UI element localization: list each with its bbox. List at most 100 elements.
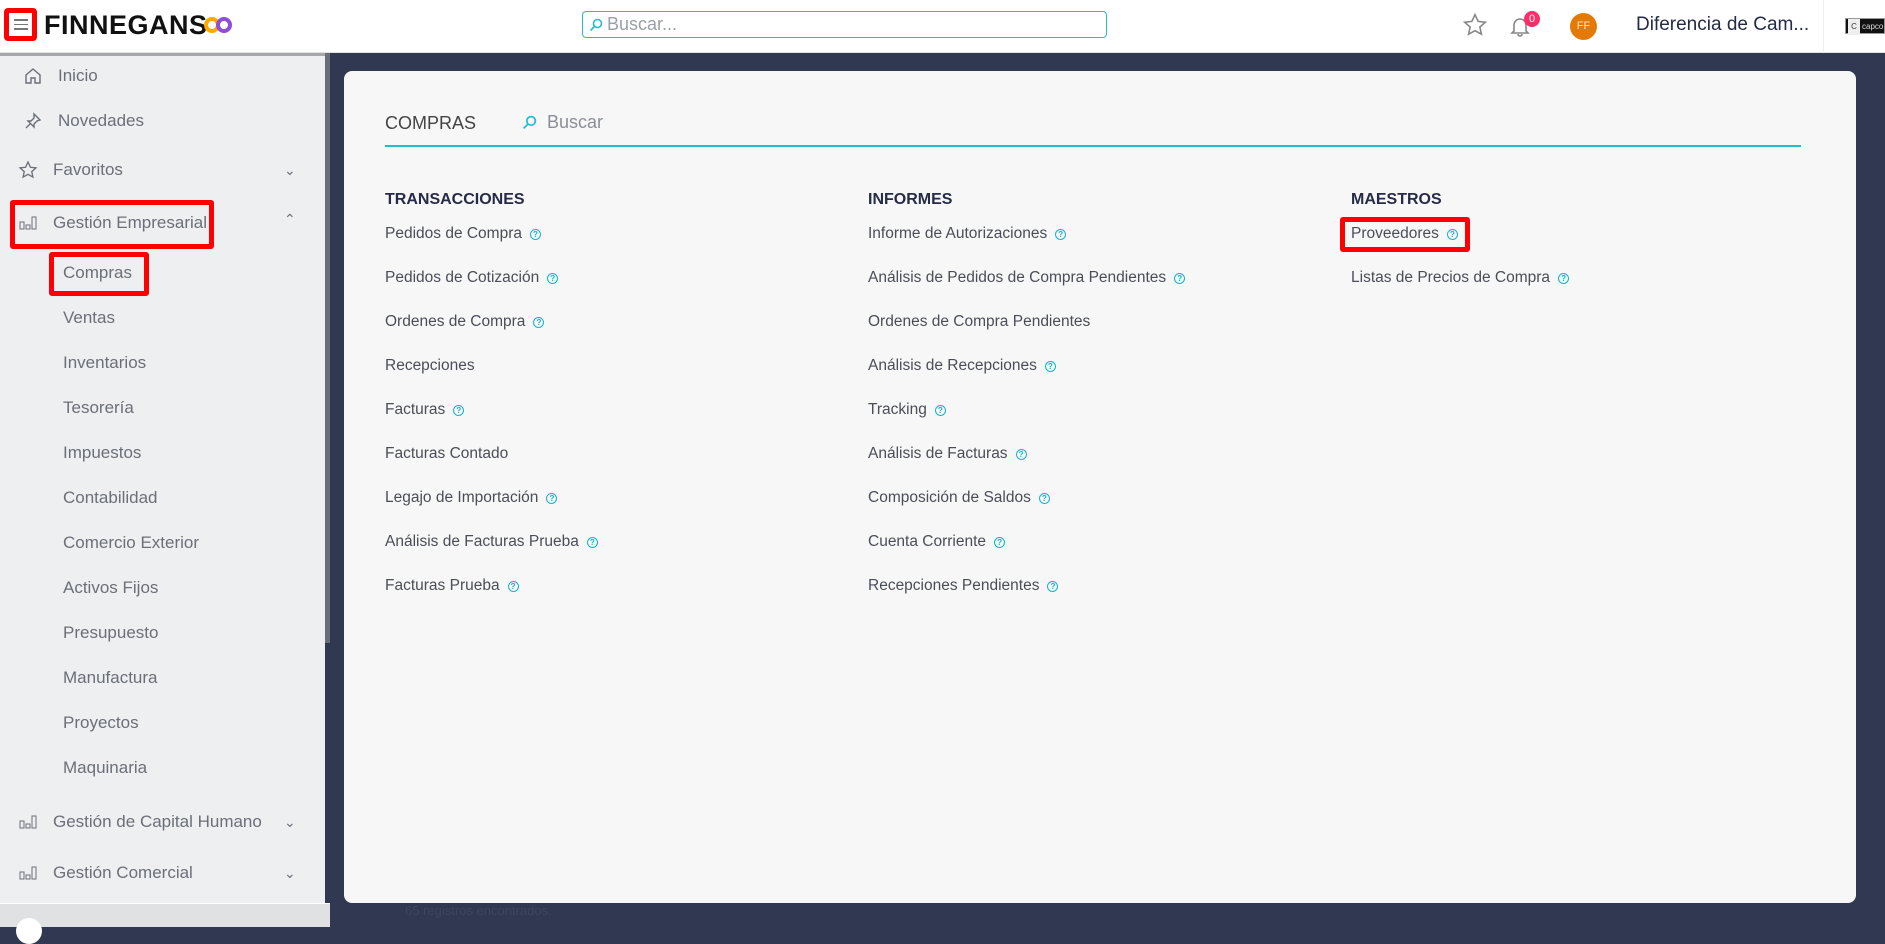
bar-chart-icon [17,866,39,880]
menu-link-label: Informe de Autorizaciones [868,225,1048,242]
pin-icon [22,112,44,130]
menu-link[interactable]: Facturas Contado [385,445,598,489]
menu-link[interactable]: Recepciones Pendientes? [868,577,1185,621]
menu-link-label: Legajo de Importación [385,489,539,506]
sidebar-item-favoritos[interactable]: Favoritos ⌄ [0,160,320,180]
sidebar-subitem-presupuesto[interactable]: Presupuesto [63,623,158,643]
menu-link[interactable]: Cuenta Corriente? [868,533,1185,577]
menu-link-label: Pedidos de Cotización [385,269,540,286]
highlight-box [10,200,214,249]
menu-link-label: Pedidos de Compra [385,225,522,242]
sidebar-item-novedades[interactable]: Novedades [0,111,320,131]
help-icon[interactable]: ? [546,493,558,504]
menu-link-label: Análisis de Recepciones [868,357,1037,374]
sidebar-subitem-maquinaria[interactable]: Maquinaria [63,758,147,778]
menu-link[interactable]: Pedidos de Cotización? [385,269,598,313]
help-icon[interactable]: ? [547,273,559,284]
menu-link[interactable]: Facturas? [385,401,598,445]
company-title[interactable]: Diferencia de Cam... [1636,14,1809,36]
menu-link-label: Composición de Saldos [868,489,1031,506]
help-icon[interactable]: ? [1055,229,1067,240]
menu-link[interactable]: Recepciones [385,357,598,401]
help-icon[interactable]: ? [934,405,946,416]
notification-badge: 0 [1524,11,1540,27]
help-icon[interactable]: ? [453,405,465,416]
sidebar-subitem-contabilidad[interactable]: Contabilidad [63,488,158,508]
top-bar: FINNEGANS Buscar... 0 FF Diferencia de C… [0,0,1885,53]
sidebar-subitem-inventarios[interactable]: Inventarios [63,353,146,373]
logo-mark-icon [204,17,232,33]
user-icon[interactable] [16,918,42,944]
sidebar-subitem-proyectos[interactable]: Proyectos [63,713,139,733]
highlight-box [1340,217,1470,252]
help-icon[interactable]: ? [1015,449,1027,460]
sidebar-item-label: Gestión Comercial [53,863,193,882]
chevron-down-icon: ⌄ [284,864,296,881]
help-icon[interactable]: ? [1038,493,1050,504]
help-icon[interactable]: ? [1558,273,1570,284]
menu-link[interactable]: Listas de Precios de Compra? [1351,269,1570,313]
menu-link[interactable]: Ordenes de Compra Pendientes [868,313,1185,357]
sidebar-footer [0,903,330,944]
sidebar-subitem-manufactura[interactable]: Manufactura [63,668,158,688]
chevron-down-icon: ⌄ [284,161,296,178]
global-search-input[interactable]: Buscar... [582,11,1107,38]
sidebar-subitem-ventas[interactable]: Ventas [63,308,115,328]
menu-link-label: Análisis de Facturas Prueba [385,533,579,550]
menu-link[interactable]: Informe de Autorizaciones? [868,225,1185,269]
menu-link[interactable]: Tracking? [868,401,1185,445]
help-icon[interactable]: ? [1174,273,1186,284]
menu-link-label: Listas de Precios de Compra [1351,269,1551,286]
help-icon[interactable]: ? [533,317,545,328]
sidebar-item-gestion-capital-humano[interactable]: Gestión de Capital Humano ⌄ [0,812,320,832]
sidebar-item-inicio[interactable]: Inicio [0,66,320,86]
menu-link[interactable]: Pedidos de Compra? [385,225,598,269]
sidebar-item-label: Favoritos [53,160,123,179]
chevron-up-icon: ⌃ [284,211,296,227]
help-icon[interactable]: ? [1044,361,1056,372]
help-icon[interactable]: ? [586,537,598,548]
sidebar-subitem-comercio-exterior[interactable]: Comercio Exterior [63,533,199,553]
menu-link-label: Facturas Prueba [385,577,500,594]
sidebar-scrollbar[interactable] [325,53,330,643]
help-icon[interactable]: ? [1047,581,1059,592]
highlight-box [49,252,149,296]
sidebar-item-gestion-comercial[interactable]: Gestión Comercial ⌄ [0,863,320,883]
help-icon[interactable]: ? [994,537,1006,548]
menu-link-label: Tracking [868,401,927,418]
menu-link[interactable]: Análisis de Pedidos de Compra Pendientes… [868,269,1186,313]
background-record-count: 65 registros encontrados. [405,903,552,918]
sidebar-subitem-impuestos[interactable]: Impuestos [63,443,141,463]
logo: FINNEGANS [44,10,208,40]
menu-link[interactable]: Legajo de Importación? [385,489,598,533]
help-icon[interactable]: ? [507,581,519,592]
menu-link-label: Ordenes de Compra [385,313,526,330]
menu-link-label: Ordenes de Compra Pendientes [868,313,1091,330]
help-icon[interactable]: ? [530,229,541,240]
menu-link[interactable]: Análisis de Recepciones? [868,357,1185,401]
menu-link-label: Facturas [385,401,446,418]
brand-badge: capco [1845,18,1885,35]
menu-link[interactable]: Análisis de Facturas? [868,445,1185,489]
sidebar-item-label: Gestión de Capital Humano [53,812,262,831]
search-underline [385,145,1801,147]
menu-link[interactable]: Composición de Saldos? [868,489,1185,533]
menu-link[interactable]: Análisis de Facturas Prueba? [385,533,598,577]
column-header: TRANSACCIONES [385,191,525,208]
menu-link[interactable]: Facturas Prueba? [385,577,598,621]
sidebar-subitem-activos-fijos[interactable]: Activos Fijos [63,578,158,598]
hamburger-menu-button[interactable] [4,8,37,41]
module-search-input[interactable]: Buscar [522,112,603,133]
menu-link[interactable]: Ordenes de Compra? [385,313,598,357]
column-transacciones: TRANSACCIONES Pedidos de Compra? Pedidos d… [385,191,598,621]
star-icon[interactable] [1462,12,1488,38]
menu-link-label: Cuenta Corriente [868,533,987,550]
bar-chart-icon [17,815,39,829]
sidebar-item-label: Inicio [58,66,98,85]
avatar[interactable]: FF [1570,13,1597,40]
sidebar-subitem-tesoreria[interactable]: Tesorería [63,398,134,418]
module-title: COMPRAS [385,113,477,133]
search-placeholder: Buscar... [607,14,678,34]
column-header: INFORMES [868,191,953,208]
search-icon [523,115,537,129]
